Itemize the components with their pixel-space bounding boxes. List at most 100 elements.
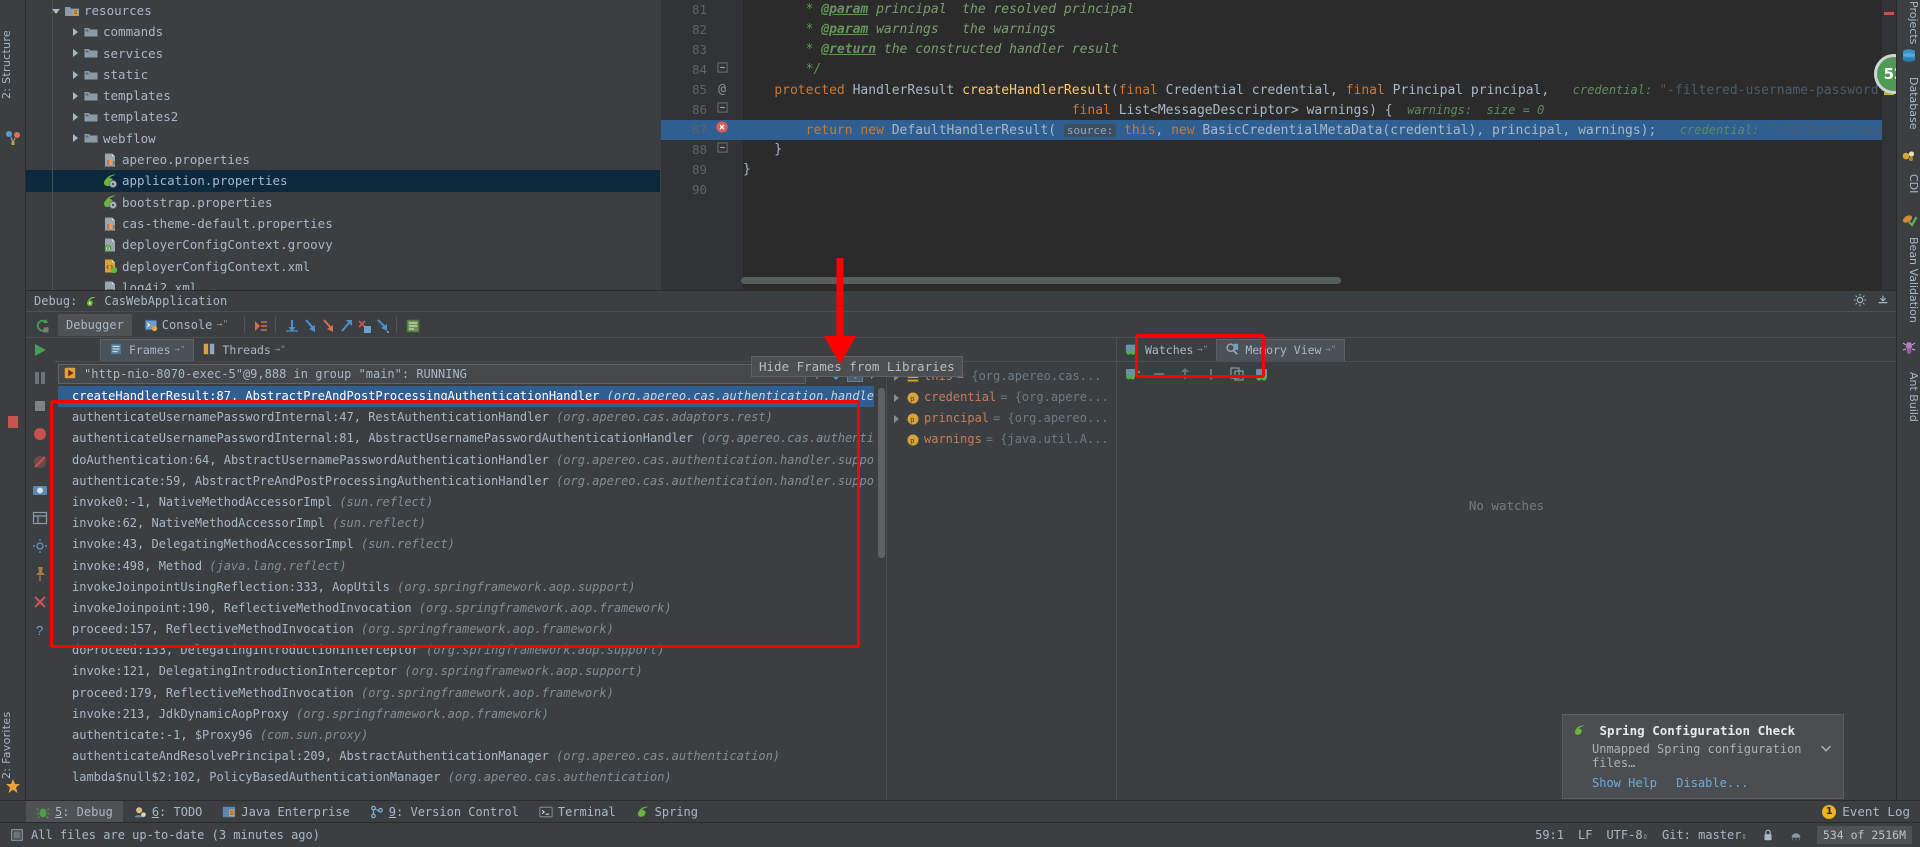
- frame-row[interactable]: doAuthentication:64, AbstractUsernamePas…: [58, 450, 874, 471]
- chevron-right-icon[interactable]: [891, 392, 902, 403]
- chevron-right-icon[interactable]: [69, 110, 83, 124]
- tree-item-deployerconfigcontext-groovy[interactable]: GdeployerConfigContext.groovy: [26, 234, 660, 255]
- tab-threads-pin[interactable]: →": [275, 345, 286, 355]
- tree-item-services[interactable]: services: [26, 43, 660, 64]
- editor-error-stripe[interactable]: [1882, 0, 1896, 290]
- code-line[interactable]: 81 * @param principal the resolved princ…: [661, 0, 1896, 20]
- project-tree[interactable]: resourcescommandsservicesstatictemplates…: [26, 0, 660, 290]
- pause-program-icon[interactable]: [32, 370, 48, 386]
- tree-item-log4j2-xml[interactable]: log4j2.xml: [26, 277, 660, 290]
- settings-icon[interactable]: [32, 538, 48, 554]
- help-icon[interactable]: ?: [32, 622, 48, 638]
- tree-item-application-properties[interactable]: application.properties: [26, 170, 660, 191]
- debugger-runner-actions[interactable]: ?: [26, 338, 54, 811]
- caret-position[interactable]: 59:1: [1535, 828, 1564, 842]
- code-fold-icon[interactable]: [713, 140, 731, 160]
- tab-watches[interactable]: Watches →": [1117, 339, 1216, 361]
- chevron-right-icon[interactable]: [69, 46, 83, 60]
- event-log-label[interactable]: Event Log: [1842, 804, 1910, 819]
- lock-icon[interactable]: [1761, 828, 1775, 842]
- sidebar-tab-ant-build[interactable]: Ant Build: [1896, 358, 1920, 436]
- tool-window-button-terminal[interactable]: Terminal: [529, 801, 626, 823]
- remove-watch-icon[interactable]: [1151, 366, 1167, 382]
- bookmarks-icon[interactable]: [5, 414, 21, 430]
- sidebar-tab-bean-validation[interactable]: Bean Validation: [1896, 230, 1920, 330]
- run-to-cursor-icon[interactable]: [374, 318, 388, 332]
- tab-frames[interactable]: Frames →": [100, 339, 194, 361]
- frame-row[interactable]: createHandlerResult:87, AbstractPreAndPo…: [58, 386, 874, 407]
- tab-debugger[interactable]: Debugger: [58, 314, 132, 336]
- frames-list[interactable]: createHandlerResult:87, AbstractPreAndPo…: [58, 386, 874, 810]
- frame-row[interactable]: authenticate:59, AbstractPreAndPostProce…: [58, 471, 874, 492]
- frame-row[interactable]: authenticateUsernamePasswordInternal:81,…: [58, 428, 874, 449]
- tree-item-deployerconfigcontext-xml[interactable]: deployerConfigContext.xml: [26, 256, 660, 277]
- tree-item-templates2[interactable]: templates2: [26, 106, 660, 127]
- line-separator[interactable]: LF: [1578, 828, 1592, 842]
- sidebar-tab-cdi[interactable]: CDI: [1896, 166, 1920, 202]
- watches-memory-tabs[interactable]: Watches →" Memory View →": [1117, 338, 1896, 362]
- frame-row[interactable]: invoke:43, DelegatingMethodAccessorImpl …: [58, 534, 874, 555]
- tool-window-button-debug[interactable]: 5: Debug: [26, 801, 123, 823]
- git-branch[interactable]: Git: master⇳: [1662, 828, 1747, 842]
- tab-console[interactable]: Console →": [136, 314, 237, 336]
- tab-threads[interactable]: Threads →": [194, 339, 293, 361]
- bottom-tool-window-bar[interactable]: 5: Debug6: TODOJava Enterprise9: Version…: [0, 800, 1920, 822]
- step-out-icon[interactable]: [338, 318, 352, 332]
- mute-breakpoints-icon[interactable]: [32, 454, 48, 470]
- code-line[interactable]: 85@ protected HandlerResult createHandle…: [661, 80, 1896, 100]
- pin-icon[interactable]: [32, 566, 48, 582]
- frame-row[interactable]: invoke:498, Method (java.lang.reflect): [58, 556, 874, 577]
- camera-icon[interactable]: [32, 482, 48, 498]
- frame-row[interactable]: proceed:157, ReflectiveMethodInvocation …: [58, 619, 874, 640]
- stop-icon[interactable]: [32, 398, 48, 414]
- disable-link[interactable]: Disable...: [1676, 776, 1748, 790]
- step-into-icon[interactable]: [302, 318, 316, 332]
- code-fold-icon[interactable]: [713, 60, 731, 80]
- frame-row[interactable]: lambda$null$2:102, PolicyBasedAuthentica…: [58, 767, 874, 788]
- frame-row[interactable]: invoke0:-1, NativeMethodAccessorImpl (su…: [58, 492, 874, 513]
- tool-window-button-version-control[interactable]: 9: Version Control: [360, 801, 529, 823]
- breakpoint-icon[interactable]: [713, 120, 731, 141]
- frame-row[interactable]: doProceed:133, DelegatingIntroductionInt…: [58, 640, 874, 661]
- spring-config-check-notification[interactable]: Spring Configuration Check Unmapped Spri…: [1562, 714, 1844, 799]
- tree-item-cas-theme-default-properties[interactable]: cas-theme-default.properties: [26, 213, 660, 234]
- view-breakpoints-icon[interactable]: [32, 426, 48, 442]
- force-step-into-icon[interactable]: [320, 318, 334, 332]
- chevron-right-icon[interactable]: [69, 68, 83, 82]
- code-line[interactable]: 90: [661, 180, 1896, 200]
- tab-memory-view[interactable]: Memory View →": [1216, 339, 1345, 361]
- drop-frame-icon[interactable]: [356, 318, 370, 332]
- code-fold-icon[interactable]: [713, 100, 731, 120]
- frames-scrollbar-thumb[interactable]: [878, 388, 885, 558]
- tool-window-button-java-enterprise[interactable]: Java Enterprise: [212, 801, 359, 823]
- frame-row[interactable]: invoke:121, DelegatingIntroductionInterc…: [58, 661, 874, 682]
- chevron-right-icon[interactable]: [69, 89, 83, 103]
- code-editor[interactable]: 81 * @param principal the resolved princ…: [661, 0, 1896, 290]
- tree-item-bootstrap-properties[interactable]: bootstrap.properties: [26, 192, 660, 213]
- code-line[interactable]: 89}: [661, 160, 1896, 180]
- code-line[interactable]: 84 */: [661, 60, 1896, 80]
- tool-window-button-spring[interactable]: Spring: [626, 801, 708, 823]
- show-execution-point-icon[interactable]: [253, 318, 267, 332]
- step-over-icon[interactable]: [284, 318, 298, 332]
- move-up-icon[interactable]: [1177, 366, 1193, 382]
- tree-item-commands[interactable]: commands: [26, 21, 660, 42]
- frame-row[interactable]: invoke:213, JdkDynamicAopProxy (org.spri…: [58, 704, 874, 725]
- inspection-hector-icon[interactable]: [1789, 828, 1803, 842]
- frame-row[interactable]: authenticateAndResolvePrincipal:209, Abs…: [58, 746, 874, 767]
- watches-toggle-icon[interactable]: [1255, 366, 1271, 382]
- override-marker-icon[interactable]: @: [713, 80, 731, 100]
- tree-item-webflow[interactable]: webflow: [26, 128, 660, 149]
- notification-links[interactable]: Show Help Disable...: [1573, 776, 1831, 790]
- rerun-icon[interactable]: [34, 318, 48, 332]
- debugger-toolbar[interactable]: Debugger Console →": [26, 312, 1896, 338]
- tree-item-resources[interactable]: resources: [26, 0, 660, 21]
- thread-combo[interactable]: "http-nio-8070-exec-5"@9,888 in group "m…: [58, 364, 806, 384]
- sidebar-tab-database[interactable]: Database: [1896, 68, 1920, 138]
- chevron-down-icon[interactable]: [1819, 741, 1833, 758]
- memory-indicator[interactable]: 534 of 2516M: [1817, 826, 1912, 844]
- hide-window-icon[interactable]: [1876, 293, 1890, 307]
- tab-console-pin[interactable]: →": [216, 319, 228, 330]
- frame-row[interactable]: invoke:62, NativeMethodAccessorImpl (sun…: [58, 513, 874, 534]
- chevron-right-icon[interactable]: [69, 25, 83, 39]
